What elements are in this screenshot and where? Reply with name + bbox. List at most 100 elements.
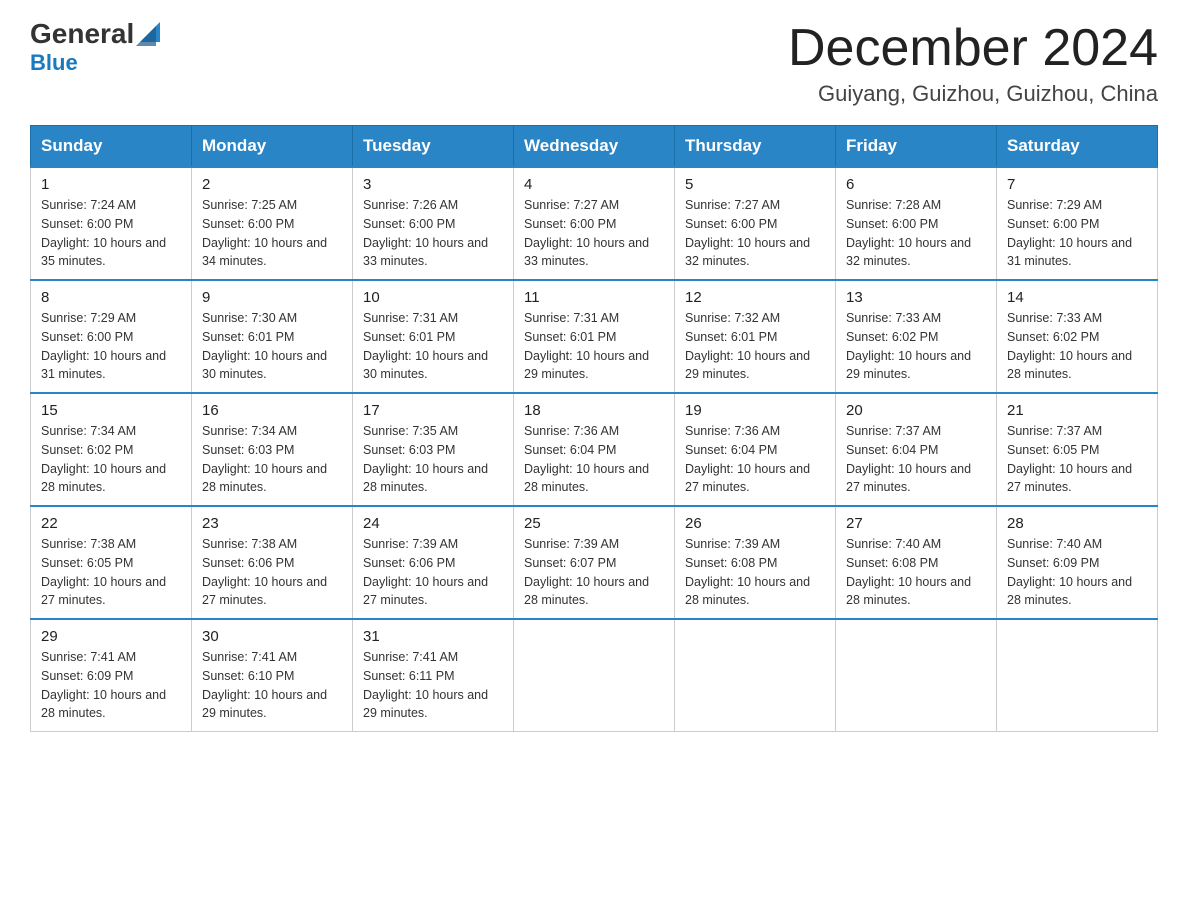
day-info: Sunrise: 7:26 AMSunset: 6:00 PMDaylight:… bbox=[363, 198, 488, 268]
calendar-week-row: 22 Sunrise: 7:38 AMSunset: 6:05 PMDaylig… bbox=[31, 506, 1158, 619]
calendar-cell: 8 Sunrise: 7:29 AMSunset: 6:00 PMDayligh… bbox=[31, 280, 192, 393]
calendar-cell: 20 Sunrise: 7:37 AMSunset: 6:04 PMDaylig… bbox=[836, 393, 997, 506]
day-number: 7 bbox=[1007, 176, 1147, 193]
day-number: 1 bbox=[41, 176, 181, 193]
day-info: Sunrise: 7:34 AMSunset: 6:02 PMDaylight:… bbox=[41, 424, 166, 494]
day-info: Sunrise: 7:37 AMSunset: 6:04 PMDaylight:… bbox=[846, 424, 971, 494]
day-number: 10 bbox=[363, 289, 503, 306]
calendar-week-row: 29 Sunrise: 7:41 AMSunset: 6:09 PMDaylig… bbox=[31, 619, 1158, 732]
day-info: Sunrise: 7:31 AMSunset: 6:01 PMDaylight:… bbox=[524, 311, 649, 381]
page-header: General Blue December 2024 Guiyang, Guiz… bbox=[30, 20, 1158, 107]
day-number: 22 bbox=[41, 515, 181, 532]
day-info: Sunrise: 7:41 AMSunset: 6:11 PMDaylight:… bbox=[363, 650, 488, 720]
calendar-cell: 31 Sunrise: 7:41 AMSunset: 6:11 PMDaylig… bbox=[353, 619, 514, 732]
day-info: Sunrise: 7:41 AMSunset: 6:09 PMDaylight:… bbox=[41, 650, 166, 720]
calendar-cell bbox=[514, 619, 675, 732]
day-info: Sunrise: 7:36 AMSunset: 6:04 PMDaylight:… bbox=[685, 424, 810, 494]
day-number: 17 bbox=[363, 402, 503, 419]
calendar-cell: 4 Sunrise: 7:27 AMSunset: 6:00 PMDayligh… bbox=[514, 167, 675, 280]
calendar-cell: 29 Sunrise: 7:41 AMSunset: 6:09 PMDaylig… bbox=[31, 619, 192, 732]
location-text: Guiyang, Guizhou, Guizhou, China bbox=[788, 81, 1158, 107]
calendar-cell: 7 Sunrise: 7:29 AMSunset: 6:00 PMDayligh… bbox=[997, 167, 1158, 280]
day-number: 18 bbox=[524, 402, 664, 419]
day-info: Sunrise: 7:39 AMSunset: 6:07 PMDaylight:… bbox=[524, 537, 649, 607]
logo-general-text: General bbox=[30, 20, 134, 48]
day-number: 26 bbox=[685, 515, 825, 532]
col-sunday: Sunday bbox=[31, 126, 192, 168]
day-info: Sunrise: 7:27 AMSunset: 6:00 PMDaylight:… bbox=[524, 198, 649, 268]
calendar-cell: 2 Sunrise: 7:25 AMSunset: 6:00 PMDayligh… bbox=[192, 167, 353, 280]
logo: General Blue bbox=[30, 20, 164, 76]
col-wednesday: Wednesday bbox=[514, 126, 675, 168]
day-info: Sunrise: 7:30 AMSunset: 6:01 PMDaylight:… bbox=[202, 311, 327, 381]
day-number: 4 bbox=[524, 176, 664, 193]
day-number: 6 bbox=[846, 176, 986, 193]
calendar-table: Sunday Monday Tuesday Wednesday Thursday… bbox=[30, 125, 1158, 732]
col-tuesday: Tuesday bbox=[353, 126, 514, 168]
col-friday: Friday bbox=[836, 126, 997, 168]
day-number: 31 bbox=[363, 628, 503, 645]
calendar-cell: 14 Sunrise: 7:33 AMSunset: 6:02 PMDaylig… bbox=[997, 280, 1158, 393]
day-number: 30 bbox=[202, 628, 342, 645]
day-number: 3 bbox=[363, 176, 503, 193]
day-info: Sunrise: 7:29 AMSunset: 6:00 PMDaylight:… bbox=[41, 311, 166, 381]
calendar-cell: 3 Sunrise: 7:26 AMSunset: 6:00 PMDayligh… bbox=[353, 167, 514, 280]
day-number: 2 bbox=[202, 176, 342, 193]
day-number: 23 bbox=[202, 515, 342, 532]
calendar-week-row: 15 Sunrise: 7:34 AMSunset: 6:02 PMDaylig… bbox=[31, 393, 1158, 506]
calendar-cell: 28 Sunrise: 7:40 AMSunset: 6:09 PMDaylig… bbox=[997, 506, 1158, 619]
calendar-week-row: 8 Sunrise: 7:29 AMSunset: 6:00 PMDayligh… bbox=[31, 280, 1158, 393]
day-number: 19 bbox=[685, 402, 825, 419]
day-info: Sunrise: 7:27 AMSunset: 6:00 PMDaylight:… bbox=[685, 198, 810, 268]
day-info: Sunrise: 7:28 AMSunset: 6:00 PMDaylight:… bbox=[846, 198, 971, 268]
calendar-cell: 27 Sunrise: 7:40 AMSunset: 6:08 PMDaylig… bbox=[836, 506, 997, 619]
calendar-cell: 1 Sunrise: 7:24 AMSunset: 6:00 PMDayligh… bbox=[31, 167, 192, 280]
day-number: 12 bbox=[685, 289, 825, 306]
calendar-cell: 17 Sunrise: 7:35 AMSunset: 6:03 PMDaylig… bbox=[353, 393, 514, 506]
day-number: 29 bbox=[41, 628, 181, 645]
day-number: 14 bbox=[1007, 289, 1147, 306]
day-info: Sunrise: 7:38 AMSunset: 6:06 PMDaylight:… bbox=[202, 537, 327, 607]
calendar-cell bbox=[675, 619, 836, 732]
calendar-cell: 12 Sunrise: 7:32 AMSunset: 6:01 PMDaylig… bbox=[675, 280, 836, 393]
calendar-header-row: Sunday Monday Tuesday Wednesday Thursday… bbox=[31, 126, 1158, 168]
day-info: Sunrise: 7:29 AMSunset: 6:00 PMDaylight:… bbox=[1007, 198, 1132, 268]
day-info: Sunrise: 7:40 AMSunset: 6:09 PMDaylight:… bbox=[1007, 537, 1132, 607]
calendar-cell: 11 Sunrise: 7:31 AMSunset: 6:01 PMDaylig… bbox=[514, 280, 675, 393]
calendar-cell: 10 Sunrise: 7:31 AMSunset: 6:01 PMDaylig… bbox=[353, 280, 514, 393]
calendar-cell bbox=[836, 619, 997, 732]
title-block: December 2024 Guiyang, Guizhou, Guizhou,… bbox=[788, 20, 1158, 107]
day-info: Sunrise: 7:31 AMSunset: 6:01 PMDaylight:… bbox=[363, 311, 488, 381]
calendar-cell: 9 Sunrise: 7:30 AMSunset: 6:01 PMDayligh… bbox=[192, 280, 353, 393]
calendar-cell: 21 Sunrise: 7:37 AMSunset: 6:05 PMDaylig… bbox=[997, 393, 1158, 506]
day-info: Sunrise: 7:39 AMSunset: 6:08 PMDaylight:… bbox=[685, 537, 810, 607]
day-info: Sunrise: 7:33 AMSunset: 6:02 PMDaylight:… bbox=[1007, 311, 1132, 381]
logo-blue-text: Blue bbox=[30, 50, 78, 76]
calendar-cell: 30 Sunrise: 7:41 AMSunset: 6:10 PMDaylig… bbox=[192, 619, 353, 732]
day-number: 16 bbox=[202, 402, 342, 419]
day-number: 11 bbox=[524, 289, 664, 306]
day-number: 25 bbox=[524, 515, 664, 532]
calendar-cell: 25 Sunrise: 7:39 AMSunset: 6:07 PMDaylig… bbox=[514, 506, 675, 619]
day-info: Sunrise: 7:36 AMSunset: 6:04 PMDaylight:… bbox=[524, 424, 649, 494]
day-number: 5 bbox=[685, 176, 825, 193]
day-number: 24 bbox=[363, 515, 503, 532]
calendar-cell bbox=[997, 619, 1158, 732]
calendar-cell: 6 Sunrise: 7:28 AMSunset: 6:00 PMDayligh… bbox=[836, 167, 997, 280]
day-info: Sunrise: 7:41 AMSunset: 6:10 PMDaylight:… bbox=[202, 650, 327, 720]
day-info: Sunrise: 7:38 AMSunset: 6:05 PMDaylight:… bbox=[41, 537, 166, 607]
month-title: December 2024 bbox=[788, 20, 1158, 77]
day-number: 15 bbox=[41, 402, 181, 419]
calendar-cell: 16 Sunrise: 7:34 AMSunset: 6:03 PMDaylig… bbox=[192, 393, 353, 506]
day-info: Sunrise: 7:33 AMSunset: 6:02 PMDaylight:… bbox=[846, 311, 971, 381]
day-info: Sunrise: 7:37 AMSunset: 6:05 PMDaylight:… bbox=[1007, 424, 1132, 494]
calendar-cell: 18 Sunrise: 7:36 AMSunset: 6:04 PMDaylig… bbox=[514, 393, 675, 506]
day-info: Sunrise: 7:40 AMSunset: 6:08 PMDaylight:… bbox=[846, 537, 971, 607]
day-number: 21 bbox=[1007, 402, 1147, 419]
calendar-cell: 19 Sunrise: 7:36 AMSunset: 6:04 PMDaylig… bbox=[675, 393, 836, 506]
calendar-cell: 5 Sunrise: 7:27 AMSunset: 6:00 PMDayligh… bbox=[675, 167, 836, 280]
day-info: Sunrise: 7:35 AMSunset: 6:03 PMDaylight:… bbox=[363, 424, 488, 494]
calendar-cell: 24 Sunrise: 7:39 AMSunset: 6:06 PMDaylig… bbox=[353, 506, 514, 619]
day-number: 28 bbox=[1007, 515, 1147, 532]
calendar-cell: 22 Sunrise: 7:38 AMSunset: 6:05 PMDaylig… bbox=[31, 506, 192, 619]
